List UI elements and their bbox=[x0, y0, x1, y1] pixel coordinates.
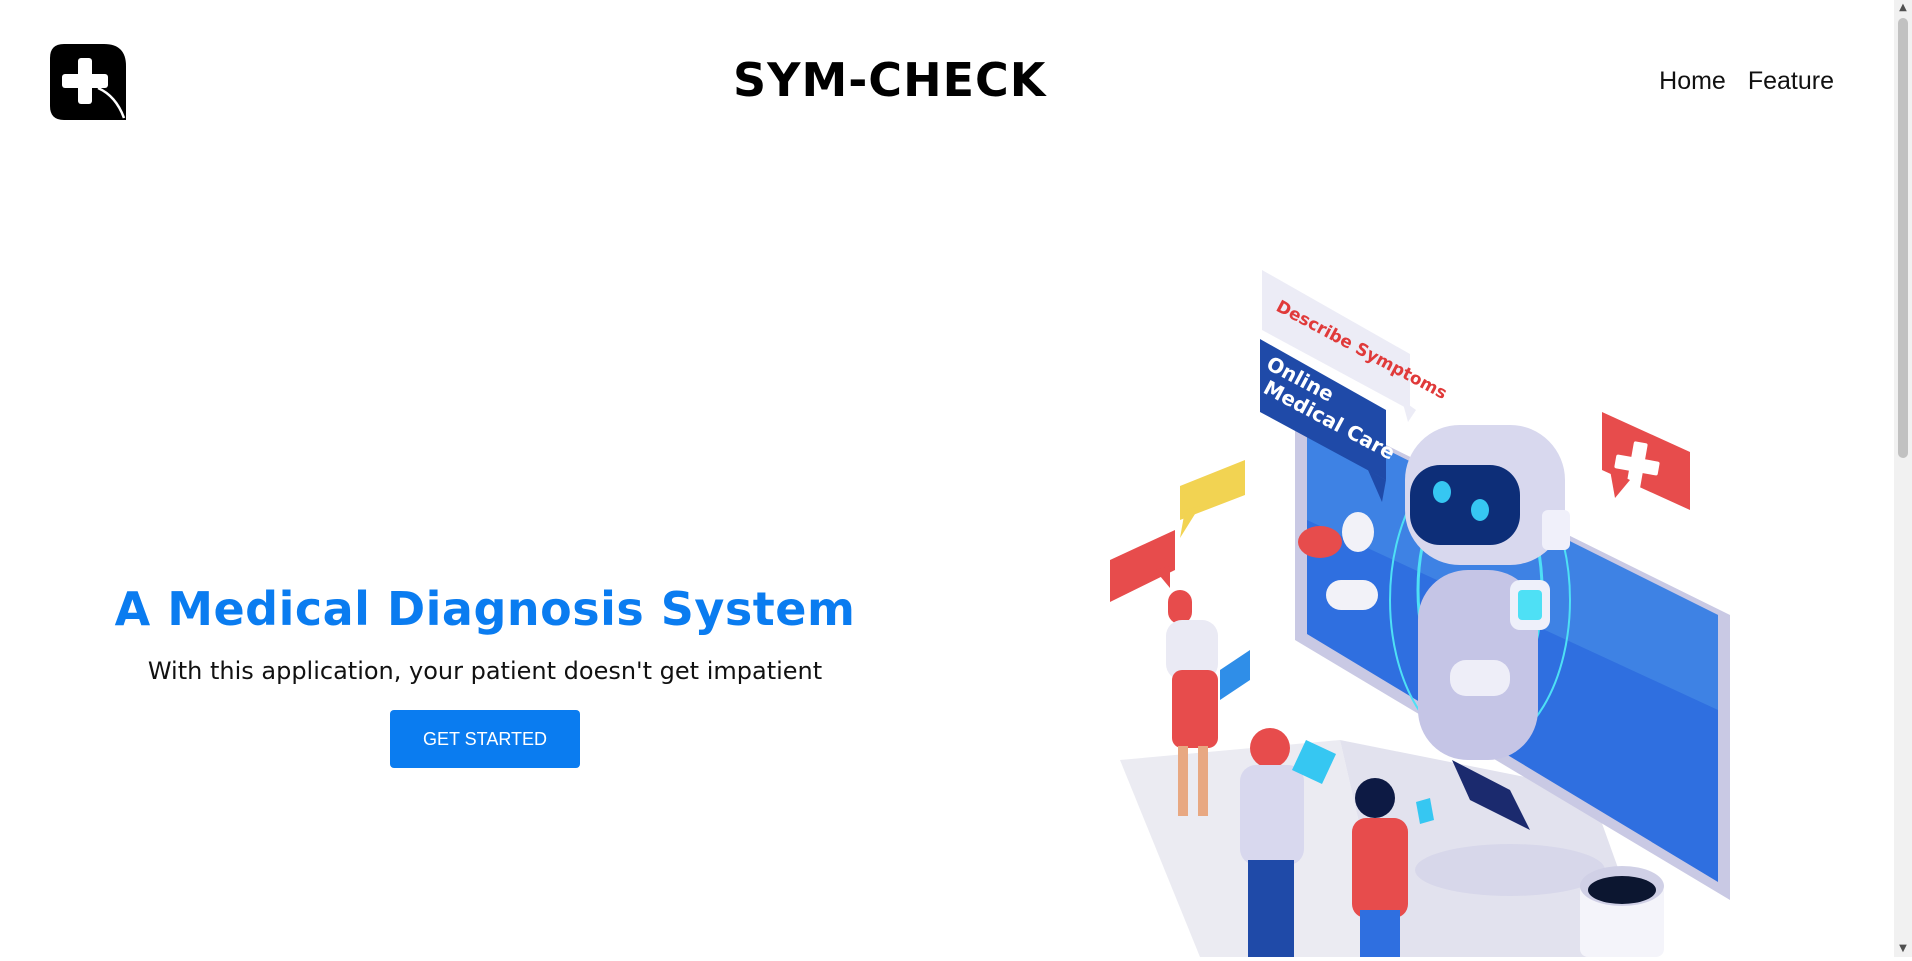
navbar: SYM-CHECK Home Feature bbox=[0, 0, 1894, 160]
scrollbar-thumb[interactable] bbox=[1898, 18, 1908, 458]
medical-robot-illustration: Describe Symptoms Online Medical Care bbox=[1110, 270, 1730, 957]
scroll-down-arrow-icon[interactable]: ▼ bbox=[1894, 941, 1912, 957]
main-nav: Home Feature bbox=[1659, 66, 1834, 96]
hero-title: A Medical Diagnosis System bbox=[114, 582, 856, 636]
nav-link-feature[interactable]: Feature bbox=[1748, 66, 1834, 96]
vertical-scrollbar[interactable]: ▲ ▼ bbox=[1894, 0, 1912, 957]
hero-subtitle: With this application, your patient does… bbox=[147, 657, 823, 685]
get-started-button[interactable]: GET STARTED bbox=[390, 710, 580, 768]
nav-link-home[interactable]: Home bbox=[1659, 66, 1726, 96]
scroll-up-arrow-icon[interactable]: ▲ bbox=[1894, 0, 1912, 16]
logo-icon[interactable] bbox=[50, 44, 126, 120]
site-title: SYM-CHECK bbox=[733, 53, 1047, 107]
hero-section: A Medical Diagnosis System With this app… bbox=[90, 578, 880, 768]
hero-illustration: Describe Symptoms Online Medical Care bbox=[1090, 270, 1730, 957]
